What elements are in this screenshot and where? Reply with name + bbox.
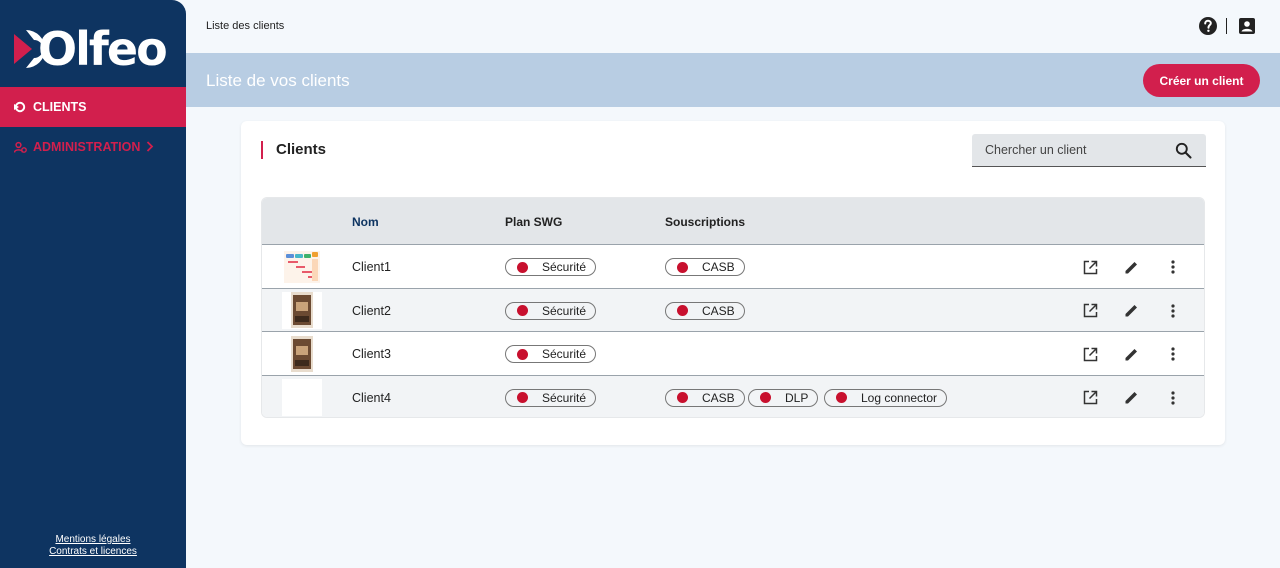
sidebar-item-administration[interactable]: ADMINISTRATION <box>0 127 186 167</box>
column-header-subscriptions: Souscriptions <box>665 215 746 229</box>
client-thumbnail <box>282 248 322 285</box>
legal-link[interactable]: Mentions légales <box>0 534 186 546</box>
sidebar-item-label: ADMINISTRATION <box>33 140 141 154</box>
open-external-icon[interactable] <box>1081 345 1099 363</box>
page-header: Liste de vos clients Créer un client <box>186 53 1280 107</box>
more-vert-icon[interactable] <box>1164 345 1182 363</box>
open-external-icon[interactable] <box>1081 258 1099 276</box>
plan-chip: Sécurité <box>505 301 597 320</box>
subscription-chip: DLP <box>748 388 819 407</box>
clients-icon <box>14 101 27 114</box>
top-bar: Liste des clients <box>186 0 1280 53</box>
chip-label: Sécurité <box>542 260 587 274</box>
status-dot <box>836 392 847 403</box>
chip-label: Sécurité <box>542 390 587 405</box>
table-row[interactable]: Client2 Sécurité CASB <box>262 288 1204 332</box>
admin-icon <box>14 141 27 154</box>
search-icon[interactable] <box>1175 142 1192 159</box>
chevron-right-icon <box>146 139 154 155</box>
edit-icon[interactable] <box>1122 345 1140 363</box>
status-dot <box>760 392 771 403</box>
clients-table: Nom Plan SWG Souscriptions Client1 Sécur… <box>261 197 1205 418</box>
edit-icon[interactable] <box>1122 389 1140 407</box>
client-name: Client3 <box>352 347 391 361</box>
create-client-button[interactable]: Créer un client <box>1143 64 1260 97</box>
more-vert-icon[interactable] <box>1164 302 1182 320</box>
logo-text: Olfeo <box>38 22 168 76</box>
table-row[interactable]: Client3 Sécurité <box>262 332 1204 376</box>
status-dot <box>677 392 688 403</box>
contracts-link[interactable]: Contrats et licences <box>0 546 186 558</box>
chip-label: Sécurité <box>542 303 587 318</box>
open-external-icon[interactable] <box>1081 389 1099 407</box>
client-name: Client4 <box>352 390 391 405</box>
status-dot <box>517 348 528 360</box>
status-dot <box>517 392 528 403</box>
chip-label: CASB <box>702 303 735 318</box>
divider <box>1226 18 1227 34</box>
subscription-chip: CASB <box>665 258 745 276</box>
edit-icon[interactable] <box>1122 302 1140 320</box>
clients-card: Clients Nom Plan SWG Souscriptions Clien… <box>241 121 1225 445</box>
column-header-plan: Plan SWG <box>505 215 563 229</box>
card-title: Clients <box>261 141 326 159</box>
client-name: Client1 <box>352 260 391 274</box>
table-header: Nom Plan SWG Souscriptions <box>262 198 1204 245</box>
table-row[interactable]: Client4 Sécurité CASB DLP Log connector <box>262 375 1204 417</box>
chip-label: Log connector <box>861 390 938 405</box>
sidebar-item-clients[interactable]: CLIENTS <box>0 87 186 127</box>
open-external-icon[interactable] <box>1081 302 1099 320</box>
client-thumbnail <box>282 291 322 329</box>
search-box <box>972 134 1206 167</box>
status-dot <box>517 261 528 273</box>
subscription-chip: CASB <box>665 388 745 407</box>
client-thumbnail <box>282 378 322 416</box>
chip-label: Sécurité <box>542 347 587 361</box>
more-vert-icon[interactable] <box>1164 389 1182 407</box>
chip-label: CASB <box>702 390 735 405</box>
more-vert-icon[interactable] <box>1164 258 1182 276</box>
olfeo-logo[interactable]: Olfeo <box>12 24 172 74</box>
sidebar-item-label: CLIENTS <box>33 100 87 114</box>
subscription-chip: CASB <box>665 301 745 320</box>
page-title: Liste de vos clients <box>206 71 350 90</box>
sidebar: Olfeo CLIENTS ADMINISTRATION Mentions lé… <box>0 0 186 568</box>
breadcrumb: Liste des clients <box>206 20 285 32</box>
search-input[interactable] <box>972 134 1172 166</box>
subscription-chip: Log connector <box>824 388 948 407</box>
sidebar-footer: Mentions légales Contrats et licences <box>0 534 186 558</box>
column-header-name[interactable]: Nom <box>352 215 379 229</box>
chip-label: CASB <box>702 260 735 274</box>
client-thumbnail <box>282 335 322 372</box>
status-dot <box>677 305 688 316</box>
help-icon[interactable] <box>1198 16 1218 36</box>
table-row[interactable]: Client1 Sécurité CASB <box>262 245 1204 289</box>
plan-chip: Sécurité <box>505 388 597 407</box>
plan-chip: Sécurité <box>505 345 597 363</box>
client-name: Client2 <box>352 303 391 318</box>
edit-icon[interactable] <box>1122 258 1140 276</box>
plan-chip: Sécurité <box>505 258 597 276</box>
status-dot <box>517 305 528 316</box>
status-dot <box>677 261 688 273</box>
account-icon[interactable] <box>1238 17 1256 35</box>
chip-label: DLP <box>785 390 809 405</box>
